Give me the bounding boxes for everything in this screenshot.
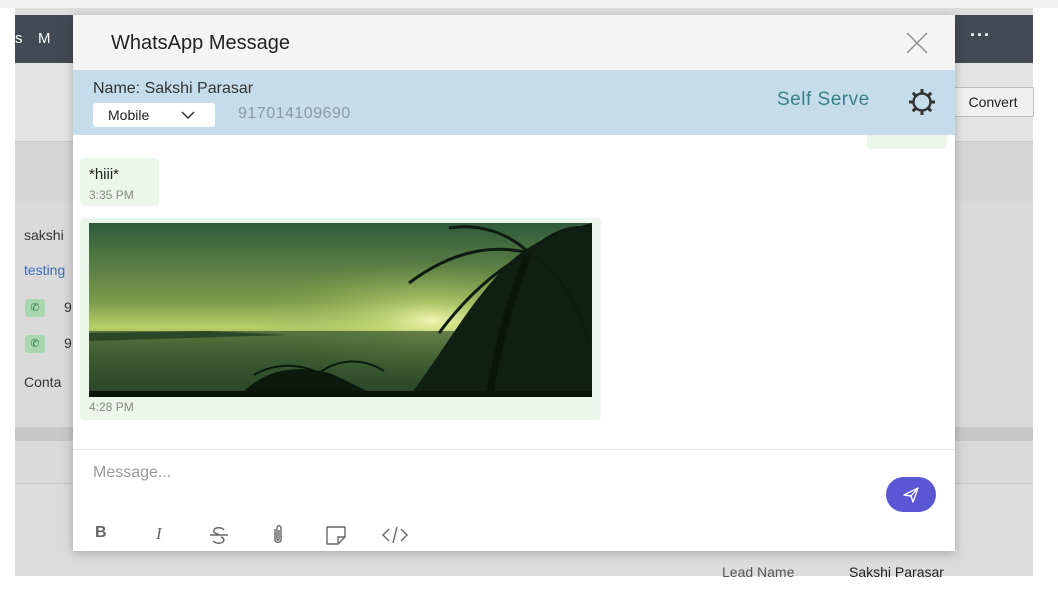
bg-contact-label: Conta xyxy=(24,374,62,390)
note-icon[interactable] xyxy=(324,524,348,546)
message-time: 3:35 PM xyxy=(89,188,134,202)
italic-button[interactable]: I xyxy=(156,524,180,546)
self-serve-label[interactable]: Self Serve xyxy=(777,89,870,111)
modal-header: WhatsApp Message xyxy=(73,15,955,70)
gear-icon[interactable] xyxy=(907,87,937,117)
nav-item-partial-2[interactable]: M xyxy=(38,30,51,47)
lead-name-value: Sakshi Parasar xyxy=(849,564,944,580)
message-input[interactable] xyxy=(91,458,855,488)
modal-title: WhatsApp Message xyxy=(111,32,290,54)
phone-number: 917014109690 xyxy=(238,105,351,122)
nav-item-partial-1[interactable]: s xyxy=(15,30,23,47)
bg-phone-1: 9 xyxy=(64,299,72,315)
phone-icon[interactable]: ✆ xyxy=(25,335,45,353)
message-composer: B I xyxy=(73,449,955,551)
send-button[interactable] xyxy=(886,477,936,512)
bg-phone-2: 9 xyxy=(64,335,72,351)
bg-contact-name: sakshi xyxy=(24,227,64,243)
message-bubble: *hiii* 3:35 PM xyxy=(80,158,159,206)
message-time: 4:28 PM xyxy=(89,400,134,414)
whatsapp-message-modal: WhatsApp Message Name: Sakshi Parasar Mo… xyxy=(73,15,955,551)
contact-bar: Name: Sakshi Parasar Mobile 917014109690… xyxy=(73,70,955,135)
chevron-down-icon xyxy=(181,111,195,120)
chat-history[interactable]: *hiii* 3:35 PM 4:28 PM xyxy=(73,135,955,449)
lead-name-label: Lead Name xyxy=(722,564,795,580)
bold-button[interactable]: B xyxy=(95,524,119,546)
number-type-value: Mobile xyxy=(108,107,150,123)
close-icon[interactable] xyxy=(905,31,929,55)
phone-icon[interactable]: ✆ xyxy=(25,299,45,317)
message-image[interactable] xyxy=(89,223,592,397)
paperclip-icon[interactable] xyxy=(266,524,290,546)
convert-button[interactable]: Convert xyxy=(952,87,1034,117)
code-icon[interactable] xyxy=(381,524,409,546)
strikethrough-icon[interactable] xyxy=(207,524,231,546)
contact-name: Name: Sakshi Parasar xyxy=(93,80,254,97)
browser-top-strip xyxy=(0,0,1058,8)
bg-contact-link[interactable]: testing xyxy=(24,262,65,278)
message-text: *hiii* xyxy=(89,166,120,183)
number-type-select[interactable]: Mobile xyxy=(93,103,215,127)
send-icon xyxy=(903,487,919,503)
partial-message-bubble xyxy=(867,135,947,149)
image-message-bubble: 4:28 PM xyxy=(80,218,601,420)
more-menu-button[interactable]: ··· xyxy=(970,25,991,46)
